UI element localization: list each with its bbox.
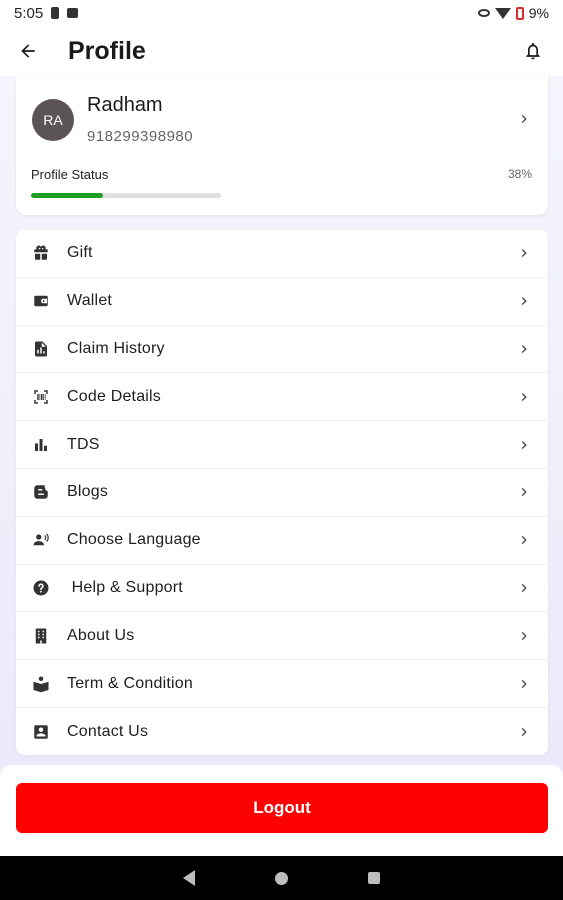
menu-item-choose-language[interactable]: Choose Language	[16, 517, 548, 565]
menu-item-label: About Us	[67, 626, 135, 644]
menu-item-label: Term & Condition	[67, 674, 193, 692]
nav-back-icon[interactable]	[183, 870, 195, 886]
chevron-right-icon	[516, 293, 532, 309]
contact-icon	[31, 722, 51, 742]
logout-button[interactable]: Logout	[16, 783, 548, 833]
chevron-right-icon	[516, 628, 532, 644]
notifications-button[interactable]	[513, 31, 553, 71]
nav-home-icon[interactable]	[275, 871, 288, 885]
chevron-right-icon	[516, 245, 532, 261]
profile-status-progress	[31, 193, 221, 198]
arrow-left-icon	[21, 44, 35, 58]
menu-item-label: Wallet	[67, 292, 113, 310]
page-title: Profile	[68, 36, 146, 65]
menu-item-code-details[interactable]: Code Details	[16, 373, 548, 422]
qr-scan-icon	[31, 387, 51, 407]
building-icon	[31, 626, 51, 646]
system-nav-bar	[0, 856, 563, 900]
chevron-right-icon	[516, 532, 532, 548]
claim-history-icon	[31, 339, 51, 359]
bar-chart-icon	[31, 435, 51, 455]
back-button[interactable]	[8, 31, 48, 71]
user-name: Radham	[87, 94, 163, 116]
menu-item-label: Gift	[67, 244, 93, 262]
bell-icon	[526, 43, 540, 60]
chevron-right-icon	[516, 676, 532, 692]
menu-item-label: Claim History	[67, 339, 165, 357]
menu-item-about-us[interactable]: About Us	[16, 612, 548, 661]
menu-list: Gift Wallet Claim History Code Details T…	[16, 230, 548, 755]
blog-icon	[31, 482, 51, 502]
chevron-right-icon	[516, 484, 532, 500]
menu-item-label: Blogs	[67, 483, 109, 501]
reading-icon	[31, 674, 51, 694]
menu-item-label: Help & Support	[67, 578, 183, 596]
wallet-icon	[31, 291, 51, 311]
help-icon	[31, 578, 51, 598]
profile-card[interactable]: RA Radham 918299398980 Profile Status 38…	[16, 76, 548, 215]
image-notification-icon	[67, 8, 79, 18]
profile-status-percent: 38%	[507, 167, 532, 181]
chevron-right-icon	[516, 580, 532, 596]
menu-item-help-support[interactable]: Help & Support	[16, 565, 548, 613]
menu-item-label: Choose Language	[67, 531, 201, 549]
battery-icon	[515, 6, 524, 20]
avatar: RA	[32, 99, 74, 141]
menu-item-blogs[interactable]: Blogs	[16, 469, 548, 517]
menu-item-term-condition[interactable]: Term & Condition	[16, 660, 548, 708]
chevron-right-icon	[516, 341, 532, 357]
wifi-icon	[494, 7, 511, 19]
nav-recents-icon[interactable]	[368, 872, 380, 884]
menu-item-label: TDS	[67, 435, 100, 453]
eye-icon	[477, 9, 490, 17]
app-bar: Profile	[0, 26, 563, 76]
status-bar: 5:05 9%	[0, 0, 563, 26]
voice-person-icon	[31, 530, 51, 550]
menu-item-claim-history[interactable]: Claim History	[16, 326, 548, 374]
menu-item-label: Contact Us	[67, 722, 149, 740]
menu-item-contact-us[interactable]: Contact Us	[16, 708, 548, 755]
sim-icon	[51, 7, 60, 19]
menu-item-label: Code Details	[67, 387, 162, 405]
menu-item-wallet[interactable]: Wallet	[16, 278, 548, 326]
chevron-right-icon	[516, 389, 532, 405]
profile-status-label: Profile Status	[31, 167, 109, 182]
battery-level: 9%	[528, 5, 549, 21]
user-phone: 918299398980	[87, 128, 194, 145]
progress-fill	[31, 193, 104, 198]
menu-item-gift[interactable]: Gift	[16, 230, 548, 278]
chevron-right-icon	[516, 111, 532, 132]
gift-icon	[31, 243, 51, 263]
chevron-right-icon	[516, 724, 532, 740]
menu-item-tds[interactable]: TDS	[16, 421, 548, 469]
status-time: 5:05	[14, 4, 44, 22]
chevron-right-icon	[516, 437, 532, 453]
logout-panel: Logout	[0, 765, 563, 856]
